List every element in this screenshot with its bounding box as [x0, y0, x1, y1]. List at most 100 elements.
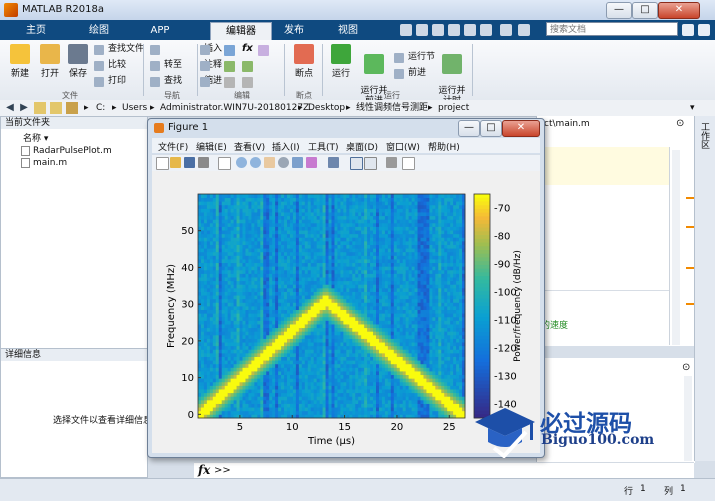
heatmap-cell: [198, 266, 202, 271]
heatmap-cell: [239, 320, 243, 325]
command-scrollbar[interactable]: [684, 376, 692, 461]
maximize-button[interactable]: □: [632, 2, 658, 19]
print-figure-icon[interactable]: [198, 157, 209, 168]
nav-back-small[interactable]: [150, 43, 164, 56]
figure-minimize-button[interactable]: —: [458, 120, 480, 137]
indent-button[interactable]: 缩进: [200, 75, 222, 88]
run-and-time-button[interactable]: 运行并 计时: [436, 44, 468, 106]
redo-quick-icon[interactable]: [480, 24, 492, 36]
outdent-icon[interactable]: [242, 77, 253, 88]
tab-apps[interactable]: APP: [130, 22, 190, 40]
workspace-strip-label[interactable]: 工作区: [698, 122, 711, 149]
comment-button[interactable]: 注释: [200, 59, 222, 72]
tab-view[interactable]: 视图: [322, 22, 374, 40]
close-button[interactable]: ✕: [658, 2, 700, 19]
comment-icon[interactable]: [224, 61, 235, 72]
figure-menu-file[interactable]: 文件(F): [158, 140, 188, 153]
forward-arrow-icon[interactable]: ▶: [18, 102, 30, 114]
save-button[interactable]: 保存: [64, 44, 92, 79]
heatmap-cell: [233, 349, 237, 354]
figure-menu-window[interactable]: 窗口(W): [386, 140, 420, 153]
save-figure-icon[interactable]: [184, 157, 195, 168]
legend-toggle-icon[interactable]: [364, 157, 377, 170]
save-quick-icon[interactable]: [400, 24, 412, 36]
search-docs-input[interactable]: [546, 22, 678, 36]
colorbar-toggle-icon[interactable]: [350, 157, 363, 170]
show-tools-icon[interactable]: [402, 157, 415, 170]
tab-publish[interactable]: 发布: [272, 22, 316, 40]
link-plot-icon[interactable]: [328, 157, 339, 168]
address-segment[interactable]: Administrator.WIN7U-20180127Z: [160, 102, 309, 114]
run-section-button[interactable]: 运行节: [394, 51, 435, 64]
address-segment[interactable]: Users: [122, 102, 147, 114]
command-line[interactable]: fx >>: [194, 462, 694, 479]
advance-button[interactable]: 前进: [394, 67, 426, 80]
figure-close-button[interactable]: ✕: [502, 120, 540, 137]
heatmap-cell: [355, 367, 359, 372]
command-menu-icon[interactable]: ⊙: [682, 362, 690, 373]
figure-menu-desktop[interactable]: 桌面(D): [346, 140, 378, 153]
editor-scrollbar[interactable]: [672, 150, 680, 345]
address-segment[interactable]: 线性调频信号测距: [356, 102, 428, 114]
zoom-out-icon[interactable]: [250, 157, 261, 168]
undo-quick-icon[interactable]: [464, 24, 476, 36]
rotate-3d-icon[interactable]: [278, 157, 289, 168]
brush-icon[interactable]: [306, 157, 317, 168]
new-button[interactable]: 新建: [6, 44, 34, 79]
figure-menu-view[interactable]: 查看(V): [234, 140, 265, 153]
paste-quick-icon[interactable]: [448, 24, 460, 36]
editor-tab[interactable]: ject\main.m: [536, 118, 676, 130]
fx-icon[interactable]: fx: [198, 463, 210, 477]
print-button[interactable]: 打印: [94, 75, 126, 88]
file-item[interactable]: RadarPulsePlot.m: [19, 145, 112, 157]
switch-windows-icon[interactable]: [500, 24, 512, 36]
tab-home[interactable]: 主页: [4, 22, 68, 40]
address-segment[interactable]: C:: [96, 102, 105, 114]
name-column-header[interactable]: 名称 ▾: [23, 131, 48, 144]
editor-menu-icon[interactable]: ⊙: [676, 118, 684, 129]
pointer-icon[interactable]: [218, 157, 231, 170]
help-quick-icon[interactable]: [518, 24, 530, 36]
figure-menu-help[interactable]: 帮助(H): [428, 140, 460, 153]
folder-history-icon[interactable]: [66, 102, 78, 114]
new-figure-icon[interactable]: [156, 157, 169, 170]
figure-menu-edit[interactable]: 编辑(E): [196, 140, 227, 153]
uncomment-icon[interactable]: [242, 61, 253, 72]
wrap-icon[interactable]: [258, 45, 269, 56]
copy-quick-icon[interactable]: [432, 24, 444, 36]
cut-quick-icon[interactable]: [416, 24, 428, 36]
indent-icon[interactable]: [224, 77, 235, 88]
breakpoints-button[interactable]: 断点: [288, 44, 320, 79]
find-files-button[interactable]: 查找文件: [94, 43, 144, 56]
hide-tools-icon[interactable]: [386, 157, 397, 168]
file-item[interactable]: main.m: [19, 157, 67, 169]
zoom-in-icon[interactable]: [236, 157, 247, 168]
run-button[interactable]: 运行: [326, 44, 356, 79]
insert-button[interactable]: 插入: [200, 43, 222, 56]
data-cursor-icon[interactable]: [292, 157, 303, 168]
address-segment[interactable]: project: [438, 102, 469, 114]
fx-button[interactable]: fx: [242, 43, 253, 54]
heatmap-cell: [376, 230, 380, 235]
minimize-button[interactable]: —: [606, 2, 632, 19]
open-file-icon[interactable]: [170, 157, 181, 168]
figure-menu-insert[interactable]: 插入(I): [272, 140, 300, 153]
tab-editor[interactable]: 编辑器: [210, 22, 272, 41]
browse-folder-icon[interactable]: [34, 102, 46, 114]
compare-button[interactable]: 比较: [94, 59, 126, 72]
address-dropdown-icon[interactable]: ▾: [690, 102, 695, 114]
figure-maximize-button[interactable]: □: [480, 120, 502, 137]
find-button[interactable]: 查找: [150, 75, 182, 88]
goto-button[interactable]: 转至: [150, 59, 182, 72]
pan-hand-icon[interactable]: [264, 157, 275, 168]
insert-section-icon[interactable]: [224, 45, 235, 56]
filter-icon[interactable]: [682, 24, 694, 36]
heatmap-cell: [331, 298, 335, 303]
open-button[interactable]: 打开: [36, 44, 64, 79]
back-arrow-icon[interactable]: ◀: [4, 102, 16, 114]
figure-menu-tools[interactable]: 工具(T): [308, 140, 339, 153]
up-folder-icon[interactable]: [50, 102, 62, 114]
address-segment[interactable]: Desktop: [308, 102, 345, 114]
ribbon-collapse-icon[interactable]: [698, 24, 710, 36]
tab-plots[interactable]: 绘图: [70, 22, 128, 40]
